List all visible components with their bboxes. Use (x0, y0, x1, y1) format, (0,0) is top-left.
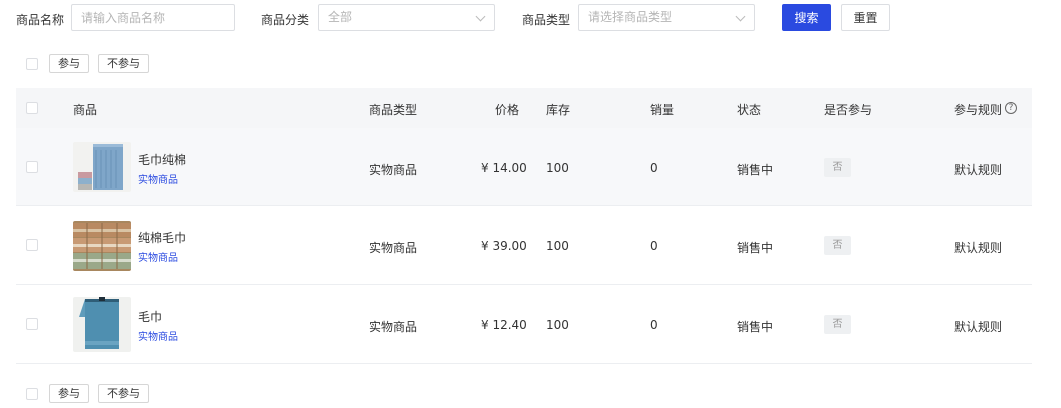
reset-button[interactable]: 重置 (841, 4, 890, 31)
bulk-join-button-top[interactable]: 参与 (49, 54, 89, 73)
cell-type: 实物商品 (369, 241, 418, 255)
category-select-value: 全部 (328, 10, 353, 24)
category-label: 商品分类 (261, 13, 310, 27)
select-all-checkbox-top[interactable] (26, 58, 38, 70)
cell-status: 销售中 (737, 241, 774, 255)
row-checkbox[interactable] (26, 161, 38, 173)
product-name-label: 商品名称 (16, 13, 65, 27)
header-rule: 参与规则 (954, 103, 1003, 117)
product-thumbnail (73, 221, 131, 271)
chevron-down-icon (475, 11, 486, 22)
cell-status: 销售中 (737, 320, 774, 334)
row-checkbox[interactable] (26, 239, 38, 251)
header-select-all-checkbox[interactable] (26, 102, 38, 114)
bulk-not-join-button-bottom[interactable]: 不参与 (98, 384, 149, 403)
cell-price: ¥ 39.00 (481, 239, 527, 253)
search-button[interactable]: 搜索 (782, 4, 831, 31)
cell-rule: 默认规则 (954, 241, 1003, 255)
participate-badge: 否 (824, 236, 851, 255)
header-participate: 是否参与 (824, 103, 873, 117)
cell-type: 实物商品 (369, 320, 418, 334)
cell-status: 销售中 (737, 163, 774, 177)
header-type: 商品类型 (369, 103, 418, 117)
row-checkbox[interactable] (26, 318, 38, 330)
header-price: 价格 (495, 103, 520, 117)
table-header (16, 88, 1032, 128)
cell-stock: 100 (546, 318, 569, 332)
cell-price: ¥ 12.40 (481, 318, 527, 332)
product-name[interactable]: 毛巾纯棉 (138, 151, 186, 168)
cell-type: 实物商品 (369, 163, 418, 177)
cell-sales: 0 (650, 161, 658, 175)
header-status: 状态 (737, 103, 762, 117)
cell-rule: 默认规则 (954, 320, 1003, 334)
product-type-placeholder: 请选择商品类型 (588, 10, 673, 24)
product-name[interactable]: 纯棉毛巾 (138, 229, 186, 246)
product-type-tag: 实物商品 (138, 332, 178, 343)
cell-sales: 0 (650, 239, 658, 253)
product-type-label: 商品类型 (522, 13, 571, 27)
product-type-tag: 实物商品 (138, 253, 178, 264)
product-type-tag: 实物商品 (138, 175, 178, 186)
cell-stock: 100 (546, 239, 569, 253)
header-product: 商品 (73, 103, 98, 117)
product-name-input[interactable] (71, 4, 235, 31)
question-circle-icon[interactable]: ? (1005, 102, 1017, 114)
header-sales: 销量 (650, 103, 675, 117)
participate-badge: 否 (824, 158, 851, 177)
chevron-down-icon (735, 11, 746, 22)
cell-price: ¥ 14.00 (481, 161, 527, 175)
product-thumbnail (73, 142, 131, 192)
select-all-checkbox-bottom[interactable] (26, 388, 38, 400)
participate-badge: 否 (824, 315, 851, 334)
bulk-join-button-bottom[interactable]: 参与 (49, 384, 89, 403)
product-name[interactable]: 毛巾 (138, 308, 162, 325)
product-thumbnail (73, 297, 131, 352)
cell-rule: 默认规则 (954, 163, 1003, 177)
cell-stock: 100 (546, 161, 569, 175)
bulk-not-join-button-top[interactable]: 不参与 (98, 54, 149, 73)
product-type-select[interactable]: 请选择商品类型 (578, 4, 755, 31)
header-stock: 库存 (546, 103, 571, 117)
cell-sales: 0 (650, 318, 658, 332)
category-select[interactable]: 全部 (318, 4, 495, 31)
